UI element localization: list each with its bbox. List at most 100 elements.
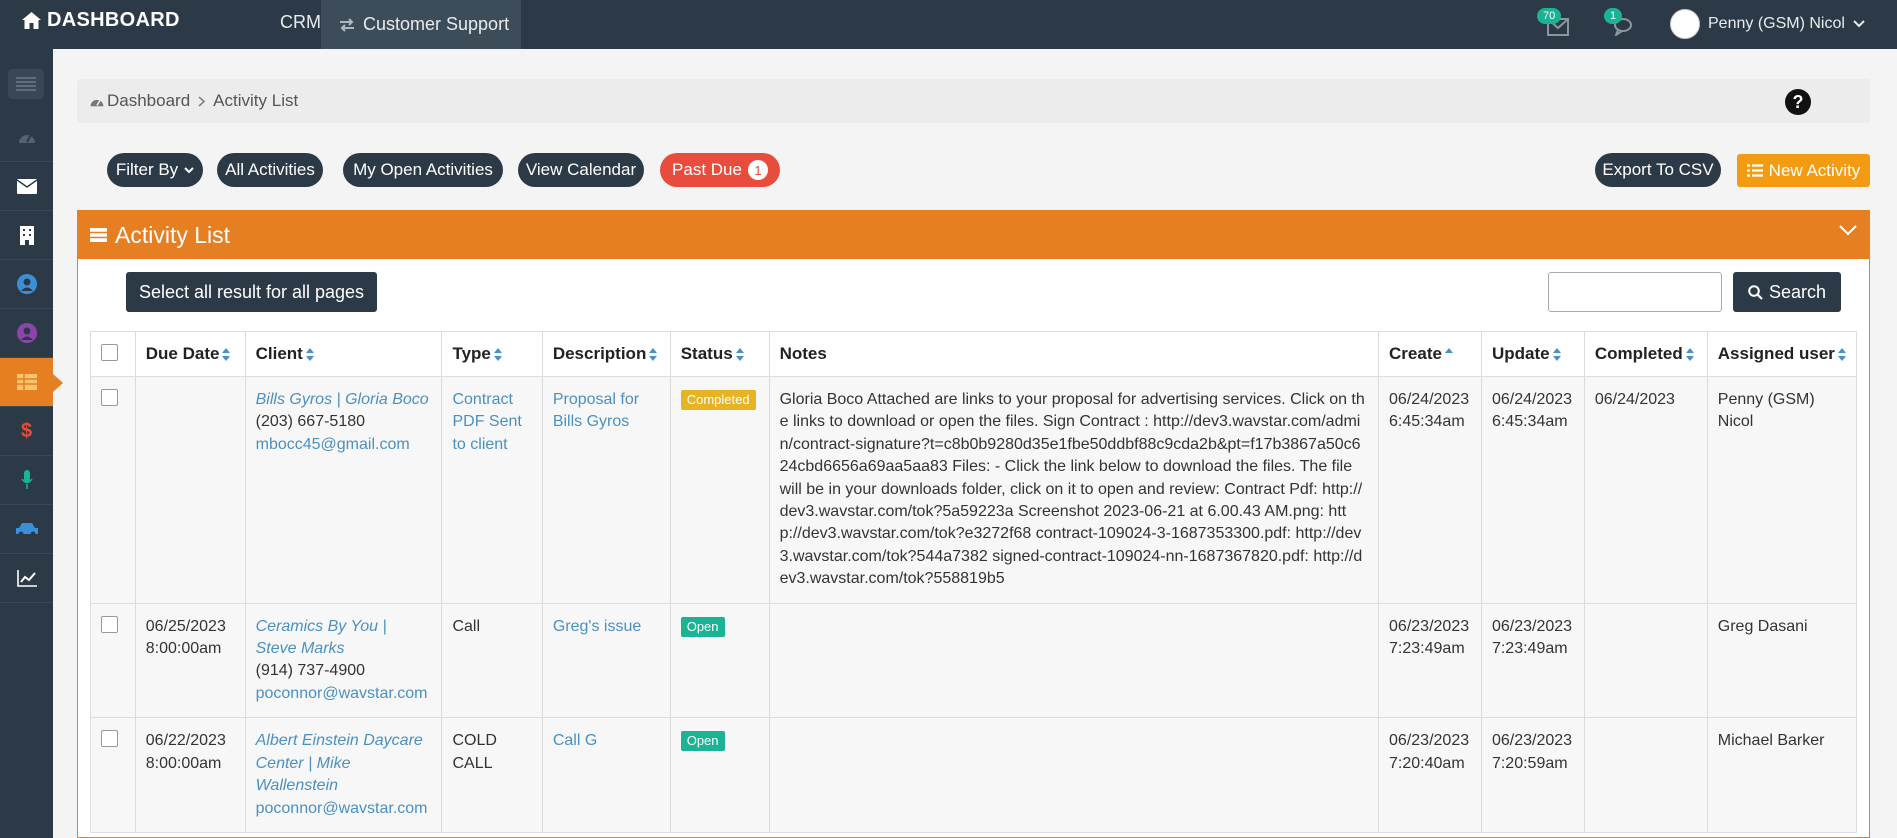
sort-asc-icon — [1444, 348, 1453, 354]
description-cell: Greg's issue — [541, 602, 671, 719]
type-cell: COLD CALL — [441, 717, 543, 833]
sidebar-item-companies[interactable] — [0, 211, 53, 260]
activity-table-wrapper: Due Date Client Type Description Status … — [90, 331, 1857, 838]
select-all-results-button[interactable]: Select all result for all pages — [126, 272, 377, 312]
menu-lines-icon — [16, 77, 36, 91]
client-name-link[interactable]: Bills Gyros | Gloria Boco — [256, 391, 429, 408]
nav-crm[interactable]: CRM — [280, 12, 321, 33]
search-button-label: Search — [1768, 281, 1827, 302]
select-all-header — [90, 331, 136, 377]
completed-cell — [1583, 717, 1708, 833]
select-all-checkbox[interactable] — [101, 344, 118, 361]
sidebar: $ — [0, 49, 63, 838]
filter-by-button[interactable]: Filter By — [107, 153, 203, 187]
client-email-link[interactable]: poconnor@wavstar.com — [256, 800, 428, 817]
col-type[interactable]: Type — [441, 331, 543, 377]
help-icon[interactable]: ? — [1785, 89, 1811, 115]
client-email-link[interactable]: poconnor@wavstar.com — [256, 685, 428, 702]
sidebar-item-billing[interactable]: $ — [0, 407, 53, 456]
assigned-user-cell: Greg Dasani — [1706, 602, 1857, 719]
col-description[interactable]: Description — [541, 331, 671, 377]
car-icon — [15, 522, 38, 536]
client-name-link[interactable]: Albert Einstein Daycare Center | Mike Wa… — [256, 732, 423, 794]
past-due-count-badge: 1 — [747, 160, 768, 180]
type-cell: Contract PDF Sent to client — [441, 376, 543, 604]
activity-table: Due Date Client Type Description Status … — [90, 331, 1857, 833]
dashboard-brand-link[interactable]: DASHBOARD — [22, 9, 180, 32]
chevron-down-icon[interactable] — [1839, 225, 1857, 236]
nav-customer-support[interactable]: Customer Support — [321, 0, 521, 49]
status-badge: Open — [680, 616, 725, 637]
sort-icon — [1685, 348, 1694, 362]
line-chart-icon — [16, 569, 37, 587]
past-due-label: Past Due — [672, 160, 742, 179]
sidebar-item-activities[interactable] — [0, 358, 63, 407]
new-activity-button[interactable]: New Activity — [1737, 154, 1870, 187]
row-checkbox[interactable] — [101, 730, 118, 748]
sidebar-item-voice[interactable] — [0, 456, 53, 505]
create-cell: 06/23/2023 7:23:49am — [1378, 602, 1482, 719]
panel-title: Activity List — [115, 221, 231, 248]
sidebar-item-users[interactable] — [0, 309, 53, 358]
export-csv-button[interactable]: Export To CSV — [1595, 153, 1721, 187]
sidebar-item-reports[interactable] — [0, 554, 53, 603]
client-cell: Bills Gyros | Gloria Boco (203) 667-5180… — [244, 376, 443, 604]
sidebar-toggle-button[interactable] — [8, 69, 44, 99]
row-select-cell — [90, 376, 136, 604]
assigned-user-cell: Michael Barker — [1706, 717, 1857, 833]
breadcrumb-dashboard-link[interactable]: Dashboard — [107, 91, 190, 111]
notes-cell — [768, 717, 1380, 833]
mail-notifications[interactable]: 70 — [1537, 6, 1577, 42]
completed-cell: 06/24/2023 — [1583, 376, 1708, 604]
sidebar-item-vehicles[interactable] — [0, 505, 53, 554]
my-open-activities-button[interactable]: My Open Activities — [343, 153, 503, 187]
col-status[interactable]: Status — [669, 331, 770, 377]
table-header-row: Due Date Client Type Description Status … — [90, 331, 1857, 377]
col-due-date[interactable]: Due Date — [134, 331, 246, 377]
view-calendar-button[interactable]: View Calendar — [518, 153, 644, 187]
envelope-icon — [16, 178, 37, 194]
all-activities-button[interactable]: All Activities — [217, 153, 323, 187]
description-cell: Proposal for Bills Gyros — [541, 376, 671, 604]
user-menu[interactable]: Penny (GSM) Nicol — [1670, 6, 1865, 42]
col-create[interactable]: Create — [1378, 331, 1482, 377]
sort-icon — [1837, 348, 1846, 362]
past-due-button[interactable]: Past Due 1 — [660, 153, 780, 187]
row-checkbox[interactable] — [101, 615, 118, 633]
filter-by-label: Filter By — [115, 160, 179, 179]
due-date-cell: 06/22/2023 8:00:00am — [134, 717, 246, 833]
description-link[interactable]: Proposal for Bills Gyros — [553, 391, 639, 430]
panel-header: Activity List — [78, 211, 1869, 259]
col-client[interactable]: Client — [244, 331, 443, 377]
description-link[interactable]: Call G — [553, 732, 597, 749]
chevron-down-icon — [1853, 20, 1865, 28]
client-name-link[interactable]: Ceramics By You | Steve Marks — [256, 618, 387, 657]
chevron-down-icon — [184, 166, 194, 173]
chat-notifications[interactable]: 1 — [1604, 6, 1644, 42]
breadcrumb: Dashboard Activity List — [77, 79, 1870, 123]
user-circle-icon — [16, 323, 37, 343]
col-update[interactable]: Update — [1480, 331, 1585, 377]
sort-icon — [1552, 348, 1561, 362]
mail-count-badge: 70 — [1537, 8, 1562, 24]
user-name: Penny (GSM) Nicol — [1708, 15, 1845, 32]
update-cell: 06/23/2023 7:23:49am — [1480, 602, 1585, 719]
new-activity-label: New Activity — [1768, 160, 1861, 180]
sidebar-item-mail[interactable] — [0, 162, 53, 211]
chevron-right-icon — [198, 95, 206, 107]
row-checkbox[interactable] — [101, 389, 118, 406]
sidebar-item-dashboard[interactable] — [0, 113, 53, 162]
col-completed[interactable]: Completed — [1583, 331, 1708, 377]
sidebar-item-contacts[interactable] — [0, 260, 53, 309]
search-input[interactable] — [1548, 272, 1722, 312]
avatar — [1670, 9, 1700, 39]
table-list-icon — [90, 228, 107, 242]
gauge-icon — [18, 134, 35, 143]
col-assigned-user[interactable]: Assigned user — [1706, 331, 1857, 377]
sort-icon — [493, 348, 502, 362]
description-link[interactable]: Greg's issue — [553, 618, 641, 635]
client-email-link[interactable]: mbocc45@gmail.com — [256, 436, 410, 453]
status-cell: Open — [669, 717, 770, 833]
type-link[interactable]: Contract PDF Sent to client — [452, 391, 521, 453]
search-button[interactable]: Search — [1733, 272, 1841, 312]
